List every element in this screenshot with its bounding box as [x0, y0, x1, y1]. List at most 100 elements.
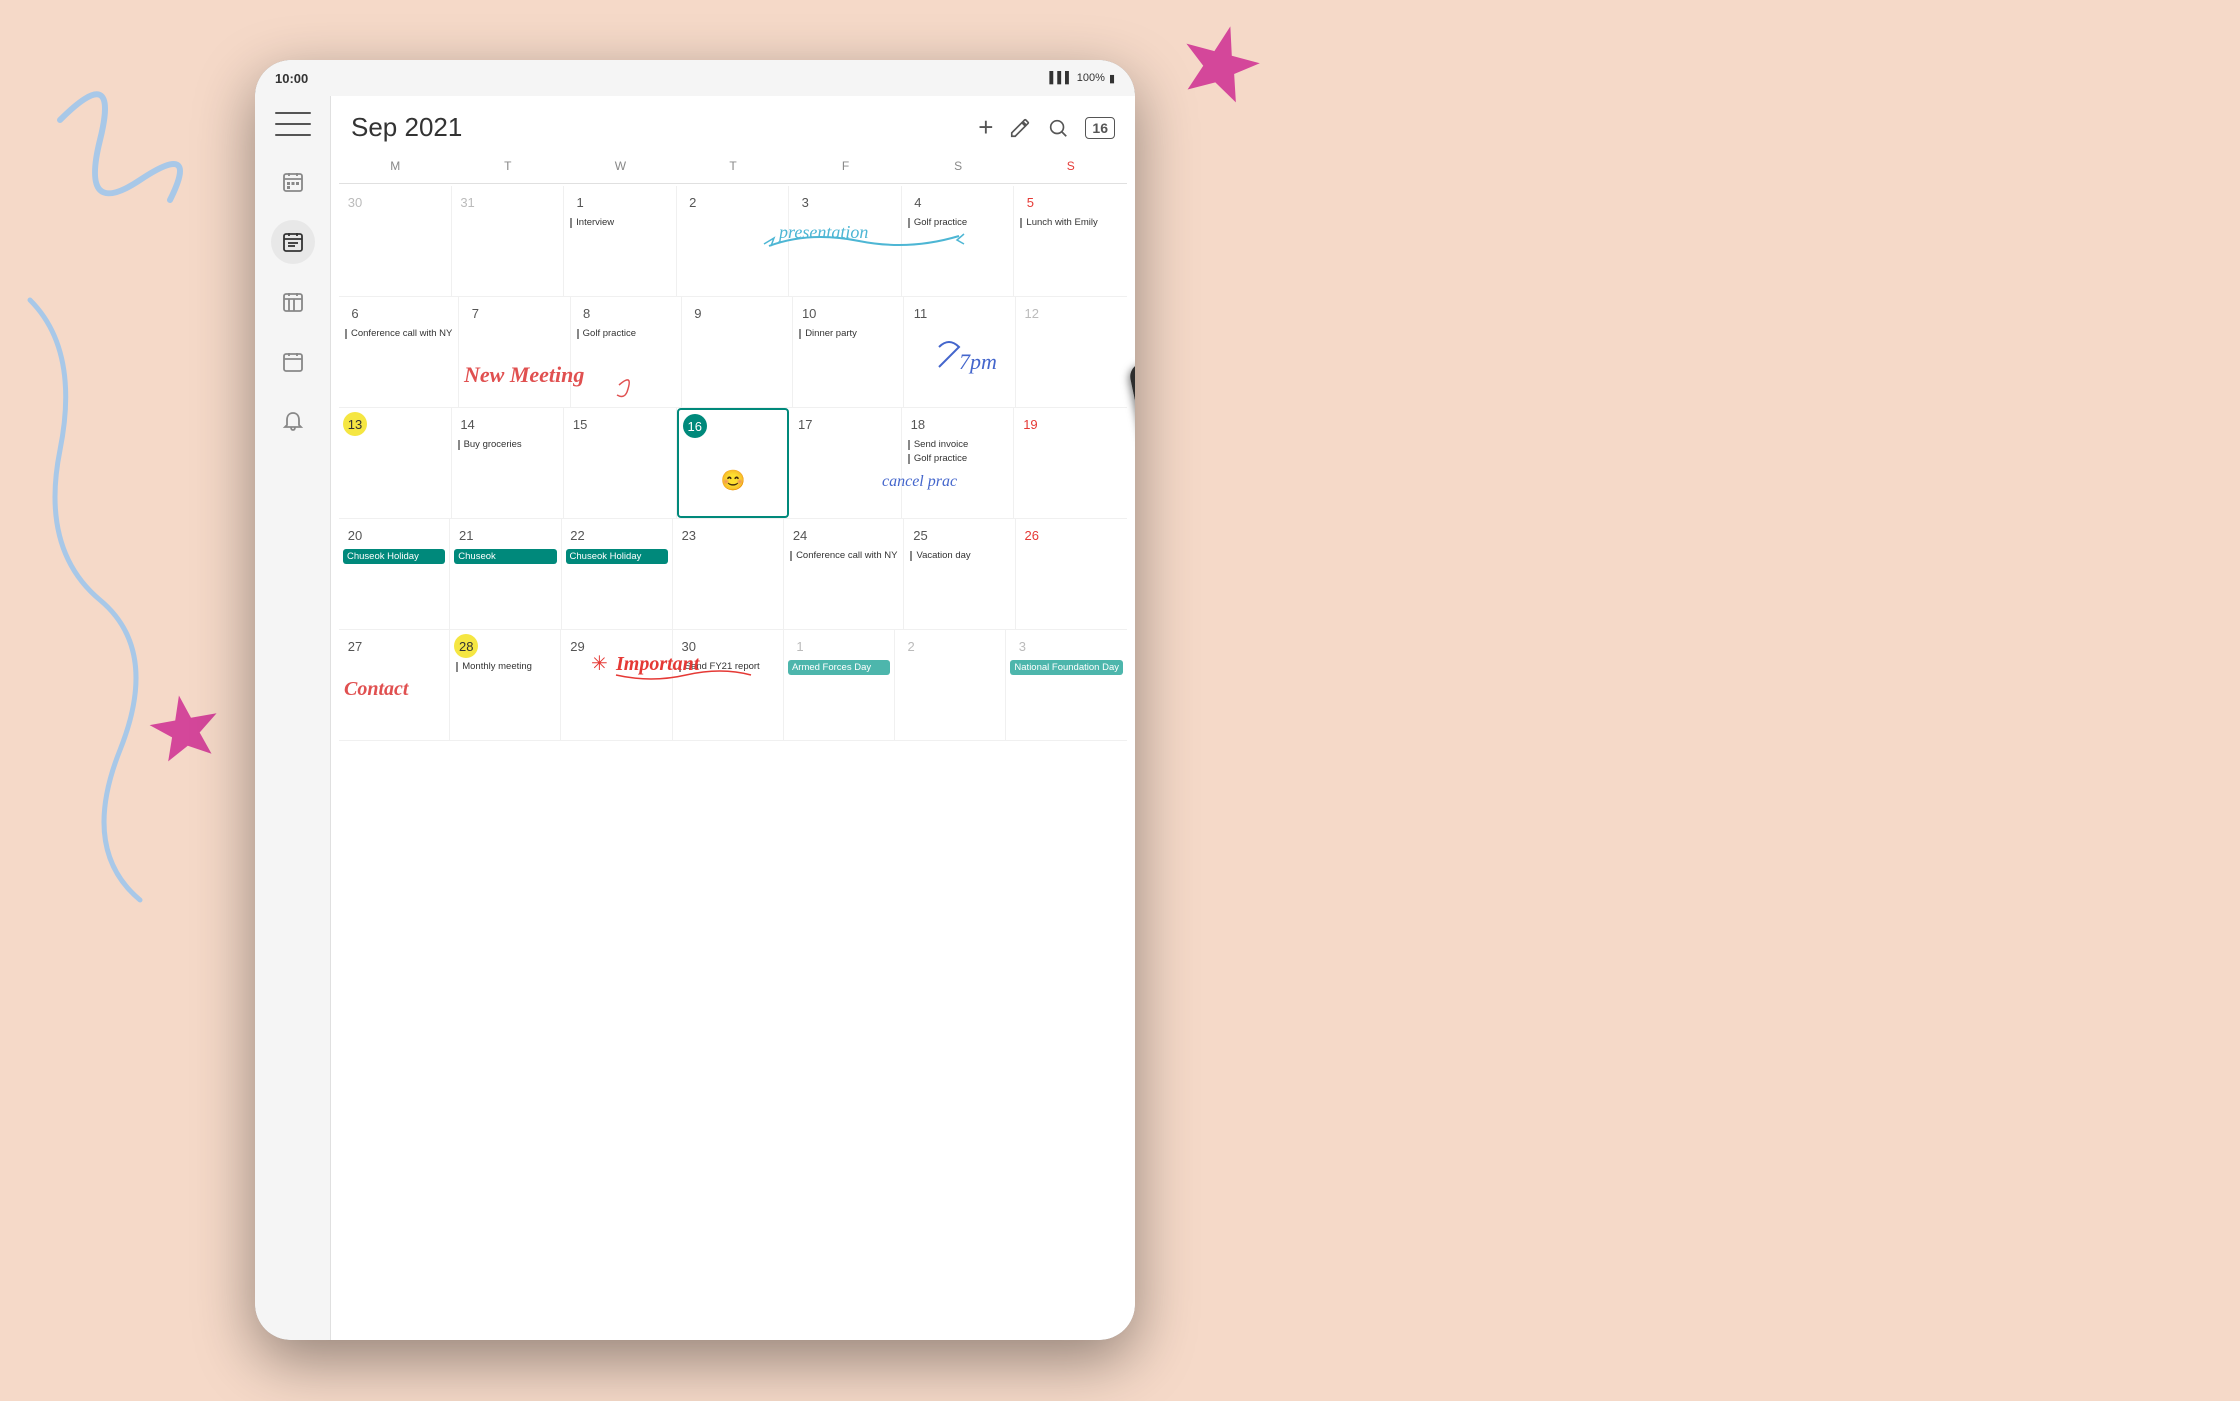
date-num: 10	[797, 301, 821, 325]
cal-cell-29[interactable]: 29 ✳ Important	[561, 630, 672, 740]
cal-cell-7[interactable]: 7 New Meeting	[459, 297, 570, 407]
date-num: 6	[343, 301, 367, 325]
event-golf-practice-18: Golf practice	[906, 452, 1010, 465]
cal-cell-16[interactable]: 16 😊	[677, 408, 790, 518]
date-num: 25	[908, 523, 932, 547]
event-chuseok-holiday-22: Chuseok Holiday	[566, 549, 668, 564]
battery-icon: ▮	[1109, 72, 1115, 85]
event-conf-call: Conference call with NY	[343, 327, 454, 340]
day-header-sun: S	[1014, 155, 1127, 177]
cal-cell-2[interactable]: 2	[677, 186, 790, 296]
cal-cell-10[interactable]: 10 Dinner party	[793, 297, 904, 407]
calendar-week-1: 30 31 1 Interview 2 3	[339, 186, 1127, 297]
sidebar-icon-agenda[interactable]	[271, 220, 315, 264]
cal-cell-4[interactable]: 4 Golf practice	[902, 186, 1015, 296]
date-num: 12	[1020, 301, 1044, 325]
date-num: 3	[1010, 634, 1034, 658]
cal-cell-2-oct[interactable]: 2	[895, 630, 1006, 740]
cal-cell-28[interactable]: 28 Monthly meeting	[450, 630, 561, 740]
calendar-main: Sep 2021 + 16	[331, 96, 1135, 1340]
cal-cell-22[interactable]: 22 Chuseok Holiday	[562, 519, 673, 629]
cal-cell-30-sep[interactable]: 30 Send FY21 report	[673, 630, 784, 740]
cal-cell-6[interactable]: 6 Conference call with NY	[339, 297, 459, 407]
date-num: 22	[566, 523, 590, 547]
day-header-sat: S	[902, 155, 1015, 177]
cal-cell-17[interactable]: 17	[789, 408, 902, 518]
date-num: 31	[456, 190, 480, 214]
signal-icon: ▌▌▌	[1049, 72, 1072, 84]
emoji-sticker: 😊	[683, 468, 784, 493]
cal-cell-12[interactable]: 12	[1016, 297, 1127, 407]
date-num: 1	[568, 190, 592, 214]
sidebar-icon-calendar-month[interactable]	[271, 160, 315, 204]
handwriting-contact: Contact	[344, 655, 464, 715]
sidebar-icon-notifications[interactable]	[271, 400, 315, 444]
cal-cell-27[interactable]: 27 Contact	[339, 630, 450, 740]
cal-cell-1[interactable]: 1 Interview	[564, 186, 677, 296]
pen-button[interactable]	[1009, 117, 1031, 139]
cal-cell-30-aug[interactable]: 30	[339, 186, 452, 296]
date-num: 18	[906, 412, 930, 436]
menu-button[interactable]	[275, 112, 311, 136]
cal-cell-8[interactable]: 8 Golf practice	[571, 297, 682, 407]
cal-cell-24[interactable]: 24 Conference call with NY	[784, 519, 904, 629]
date-num: 3	[793, 190, 817, 214]
svg-text:presentation: presentation	[777, 222, 868, 242]
date-num: 1	[788, 634, 812, 658]
cal-cell-21[interactable]: 21 Chuseok	[450, 519, 561, 629]
battery-text: 100%	[1077, 72, 1105, 84]
date-num: 23	[677, 523, 701, 547]
event-chuseok: Chuseok	[454, 549, 556, 564]
event-fy21-report: Send FY21 report	[677, 660, 779, 673]
date-num: 7	[463, 301, 487, 325]
calendar-grid: M T W T F S S 30 31 1	[331, 155, 1135, 741]
date-num: 8	[575, 301, 599, 325]
cal-cell-14[interactable]: 14 Buy groceries	[452, 408, 565, 518]
date-num: 24	[788, 523, 812, 547]
day-header-mon: M	[339, 155, 452, 177]
today-button[interactable]: 16	[1085, 117, 1115, 139]
event-armed-forces-day: Armed Forces Day	[788, 660, 890, 675]
calendar-actions: + 16	[978, 112, 1115, 143]
calendar-week-4: 20 Chuseok Holiday 21 Chuseok 22 Chuseok…	[339, 519, 1127, 630]
event-chuseok-holiday-20: Chuseok Holiday	[343, 549, 445, 564]
svg-text:Contact: Contact	[344, 678, 410, 700]
calendar-header: Sep 2021 + 16	[331, 96, 1135, 155]
phone-screen: 10:00 ▌▌▌ 100% ▮	[255, 60, 1135, 1340]
cal-cell-26[interactable]: 26	[1016, 519, 1127, 629]
cal-cell-11[interactable]: 11 7pm	[904, 297, 1015, 407]
date-num: 11	[908, 301, 932, 325]
date-num: 30	[677, 634, 701, 658]
date-num: 14	[456, 412, 480, 436]
cal-cell-1-oct[interactable]: 1 Armed Forces Day	[784, 630, 895, 740]
day-header-thu: T	[677, 155, 790, 177]
sidebar	[255, 96, 331, 1340]
cal-cell-15[interactable]: 15	[564, 408, 677, 518]
cal-cell-20[interactable]: 20 Chuseok Holiday	[339, 519, 450, 629]
calendar-week-5: 27 Contact 28 Monthly meeting	[339, 630, 1127, 741]
cal-cell-25[interactable]: 25 Vacation day	[904, 519, 1015, 629]
cal-cell-5[interactable]: 5 Lunch with Emily	[1014, 186, 1127, 296]
search-button[interactable]	[1047, 117, 1069, 139]
sidebar-icon-week[interactable]	[271, 280, 315, 324]
event-interview: Interview	[568, 216, 672, 229]
date-num: 26	[1020, 523, 1044, 547]
cal-cell-3-oct[interactable]: 3 National Foundation Day	[1006, 630, 1127, 740]
cal-cell-23[interactable]: 23	[673, 519, 784, 629]
cal-cell-31-aug[interactable]: 31	[452, 186, 565, 296]
status-bar: 10:00 ▌▌▌ 100% ▮	[255, 60, 1135, 96]
date-num: 4	[906, 190, 930, 214]
date-num-today: 16	[683, 414, 707, 438]
date-num: 28	[454, 634, 478, 658]
add-event-button[interactable]: +	[978, 112, 993, 143]
date-num: 13	[343, 412, 367, 436]
date-num: 30	[343, 190, 367, 214]
cal-cell-19[interactable]: 19	[1014, 408, 1127, 518]
date-num: 20	[343, 523, 367, 547]
phone-frame: 10:00 ▌▌▌ 100% ▮	[255, 60, 1135, 1340]
cal-cell-18[interactable]: 18 Send invoice Golf practice cancel pra…	[902, 408, 1015, 518]
cal-cell-13[interactable]: 13	[339, 408, 452, 518]
cal-cell-9[interactable]: 9	[682, 297, 793, 407]
sidebar-icon-day[interactable]	[271, 340, 315, 384]
cal-cell-3[interactable]: 3 presentation	[789, 186, 902, 296]
